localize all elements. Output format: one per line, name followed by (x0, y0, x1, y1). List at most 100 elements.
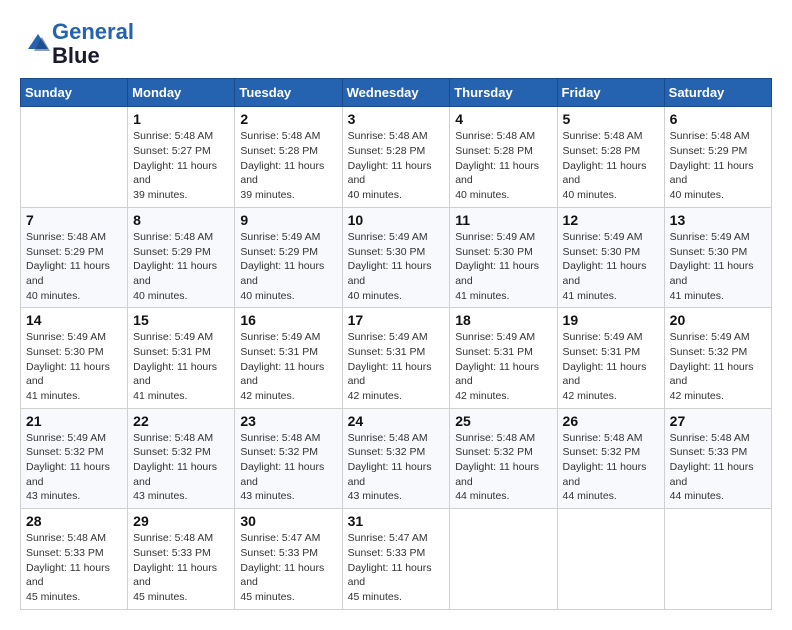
day-info: Sunrise: 5:49 AMSunset: 5:31 PMDaylight:… (240, 330, 336, 403)
day-number: 26 (563, 413, 659, 429)
day-number: 31 (348, 513, 445, 529)
day-number: 14 (26, 312, 122, 328)
calendar-cell: 26 Sunrise: 5:48 AMSunset: 5:32 PMDayligh… (557, 408, 664, 508)
day-info: Sunrise: 5:48 AMSunset: 5:33 PMDaylight:… (133, 531, 229, 604)
week-row-4: 21 Sunrise: 5:49 AMSunset: 5:32 PMDayligh… (21, 408, 772, 508)
weekday-header-sunday: Sunday (21, 79, 128, 107)
day-number: 28 (26, 513, 122, 529)
day-number: 5 (563, 111, 659, 127)
calendar-cell: 12 Sunrise: 5:49 AMSunset: 5:30 PMDayligh… (557, 207, 664, 307)
page-header: GeneralBlue (20, 20, 772, 68)
day-info: Sunrise: 5:48 AMSunset: 5:32 PMDaylight:… (348, 431, 445, 504)
calendar-cell (21, 107, 128, 207)
day-info: Sunrise: 5:48 AMSunset: 5:28 PMDaylight:… (455, 129, 551, 202)
calendar-cell: 11 Sunrise: 5:49 AMSunset: 5:30 PMDayligh… (450, 207, 557, 307)
day-info: Sunrise: 5:47 AMSunset: 5:33 PMDaylight:… (240, 531, 336, 604)
day-info: Sunrise: 5:49 AMSunset: 5:30 PMDaylight:… (455, 230, 551, 303)
day-number: 8 (133, 212, 229, 228)
day-info: Sunrise: 5:48 AMSunset: 5:29 PMDaylight:… (26, 230, 122, 303)
calendar-cell: 7 Sunrise: 5:48 AMSunset: 5:29 PMDaylight… (21, 207, 128, 307)
day-info: Sunrise: 5:48 AMSunset: 5:28 PMDaylight:… (348, 129, 445, 202)
weekday-header-tuesday: Tuesday (235, 79, 342, 107)
calendar-cell: 19 Sunrise: 5:49 AMSunset: 5:31 PMDayligh… (557, 308, 664, 408)
day-number: 18 (455, 312, 551, 328)
day-number: 2 (240, 111, 336, 127)
day-number: 10 (348, 212, 445, 228)
day-number: 13 (670, 212, 766, 228)
calendar-cell: 23Sunrise: 5:48 AMSunset: 5:32 PMDayligh… (235, 408, 342, 508)
calendar-cell: 28 Sunrise: 5:48 AMSunset: 5:33 PMDayligh… (21, 509, 128, 609)
calendar-table: SundayMondayTuesdayWednesdayThursdayFrid… (20, 78, 772, 609)
day-info: Sunrise: 5:48 AMSunset: 5:29 PMDaylight:… (133, 230, 229, 303)
day-info: Sunrise: 5:48 AMSunset: 5:33 PMDaylight:… (26, 531, 122, 604)
calendar-cell: 10 Sunrise: 5:49 AMSunset: 5:30 PMDayligh… (342, 207, 450, 307)
day-info: Sunrise: 5:49 AMSunset: 5:29 PMDaylight:… (240, 230, 336, 303)
day-info: Sunrise: 5:47 AMSunset: 5:33 PMDaylight:… (348, 531, 445, 604)
calendar-cell: 17Sunrise: 5:49 AMSunset: 5:31 PMDayligh… (342, 308, 450, 408)
day-number: 20 (670, 312, 766, 328)
day-info: Sunrise: 5:48 AMSunset: 5:32 PMDaylight:… (240, 431, 336, 504)
calendar-cell: 4Sunrise: 5:48 AMSunset: 5:28 PMDaylight… (450, 107, 557, 207)
day-info: Sunrise: 5:49 AMSunset: 5:30 PMDaylight:… (563, 230, 659, 303)
day-info: Sunrise: 5:49 AMSunset: 5:30 PMDaylight:… (670, 230, 766, 303)
day-number: 25 (455, 413, 551, 429)
calendar-cell: 18 Sunrise: 5:49 AMSunset: 5:31 PMDayligh… (450, 308, 557, 408)
day-number: 1 (133, 111, 229, 127)
day-number: 27 (670, 413, 766, 429)
day-number: 12 (563, 212, 659, 228)
calendar-cell: 16 Sunrise: 5:49 AMSunset: 5:31 PMDayligh… (235, 308, 342, 408)
calendar-cell (557, 509, 664, 609)
day-info: Sunrise: 5:49 AMSunset: 5:32 PMDaylight:… (26, 431, 122, 504)
logo-text: GeneralBlue (52, 20, 134, 68)
day-number: 11 (455, 212, 551, 228)
week-row-5: 28 Sunrise: 5:48 AMSunset: 5:33 PMDayligh… (21, 509, 772, 609)
week-row-2: 7 Sunrise: 5:48 AMSunset: 5:29 PMDaylight… (21, 207, 772, 307)
weekday-header-wednesday: Wednesday (342, 79, 450, 107)
day-info: Sunrise: 5:49 AMSunset: 5:31 PMDaylight:… (455, 330, 551, 403)
weekday-header-saturday: Saturday (664, 79, 771, 107)
day-info: Sunrise: 5:49 AMSunset: 5:31 PMDaylight:… (563, 330, 659, 403)
calendar-cell: 27 Sunrise: 5:48 AMSunset: 5:33 PMDayligh… (664, 408, 771, 508)
day-info: Sunrise: 5:49 AMSunset: 5:31 PMDaylight:… (348, 330, 445, 403)
day-number: 7 (26, 212, 122, 228)
calendar-cell: 13 Sunrise: 5:49 AMSunset: 5:30 PMDayligh… (664, 207, 771, 307)
calendar-cell: 22Sunrise: 5:48 AMSunset: 5:32 PMDayligh… (128, 408, 235, 508)
weekday-header-row: SundayMondayTuesdayWednesdayThursdayFrid… (21, 79, 772, 107)
calendar-cell: 24 Sunrise: 5:48 AMSunset: 5:32 PMDayligh… (342, 408, 450, 508)
logo-icon (20, 29, 50, 59)
weekday-header-monday: Monday (128, 79, 235, 107)
weekday-header-thursday: Thursday (450, 79, 557, 107)
day-info: Sunrise: 5:48 AMSunset: 5:28 PMDaylight:… (563, 129, 659, 202)
day-number: 29 (133, 513, 229, 529)
day-number: 9 (240, 212, 336, 228)
day-number: 21 (26, 413, 122, 429)
day-info: Sunrise: 5:48 AMSunset: 5:32 PMDaylight:… (455, 431, 551, 504)
day-number: 16 (240, 312, 336, 328)
day-number: 19 (563, 312, 659, 328)
calendar-cell: 31 Sunrise: 5:47 AMSunset: 5:33 PMDayligh… (342, 509, 450, 609)
calendar-cell: 2Sunrise: 5:48 AMSunset: 5:28 PMDaylight… (235, 107, 342, 207)
weekday-header-friday: Friday (557, 79, 664, 107)
day-info: Sunrise: 5:48 AMSunset: 5:32 PMDaylight:… (133, 431, 229, 504)
day-info: Sunrise: 5:49 AMSunset: 5:32 PMDaylight:… (670, 330, 766, 403)
day-info: Sunrise: 5:49 AMSunset: 5:31 PMDaylight:… (133, 330, 229, 403)
calendar-cell: 15 Sunrise: 5:49 AMSunset: 5:31 PMDayligh… (128, 308, 235, 408)
calendar-cell: 8 Sunrise: 5:48 AMSunset: 5:29 PMDaylight… (128, 207, 235, 307)
day-number: 6 (670, 111, 766, 127)
day-info: Sunrise: 5:48 AMSunset: 5:29 PMDaylight:… (670, 129, 766, 202)
day-number: 15 (133, 312, 229, 328)
day-number: 24 (348, 413, 445, 429)
day-info: Sunrise: 5:48 AMSunset: 5:33 PMDaylight:… (670, 431, 766, 504)
calendar-cell: 29 Sunrise: 5:48 AMSunset: 5:33 PMDayligh… (128, 509, 235, 609)
calendar-cell: 9 Sunrise: 5:49 AMSunset: 5:29 PMDaylight… (235, 207, 342, 307)
day-info: Sunrise: 5:48 AMSunset: 5:32 PMDaylight:… (563, 431, 659, 504)
week-row-3: 14Sunrise: 5:49 AMSunset: 5:30 PMDayligh… (21, 308, 772, 408)
calendar-cell: 5 Sunrise: 5:48 AMSunset: 5:28 PMDaylight… (557, 107, 664, 207)
logo: GeneralBlue (20, 20, 134, 68)
calendar-cell: 14Sunrise: 5:49 AMSunset: 5:30 PMDayligh… (21, 308, 128, 408)
calendar-cell: 20 Sunrise: 5:49 AMSunset: 5:32 PMDayligh… (664, 308, 771, 408)
calendar-cell (664, 509, 771, 609)
calendar-cell: 3Sunrise: 5:48 AMSunset: 5:28 PMDaylight… (342, 107, 450, 207)
calendar-cell (450, 509, 557, 609)
day-info: Sunrise: 5:49 AMSunset: 5:30 PMDaylight:… (348, 230, 445, 303)
